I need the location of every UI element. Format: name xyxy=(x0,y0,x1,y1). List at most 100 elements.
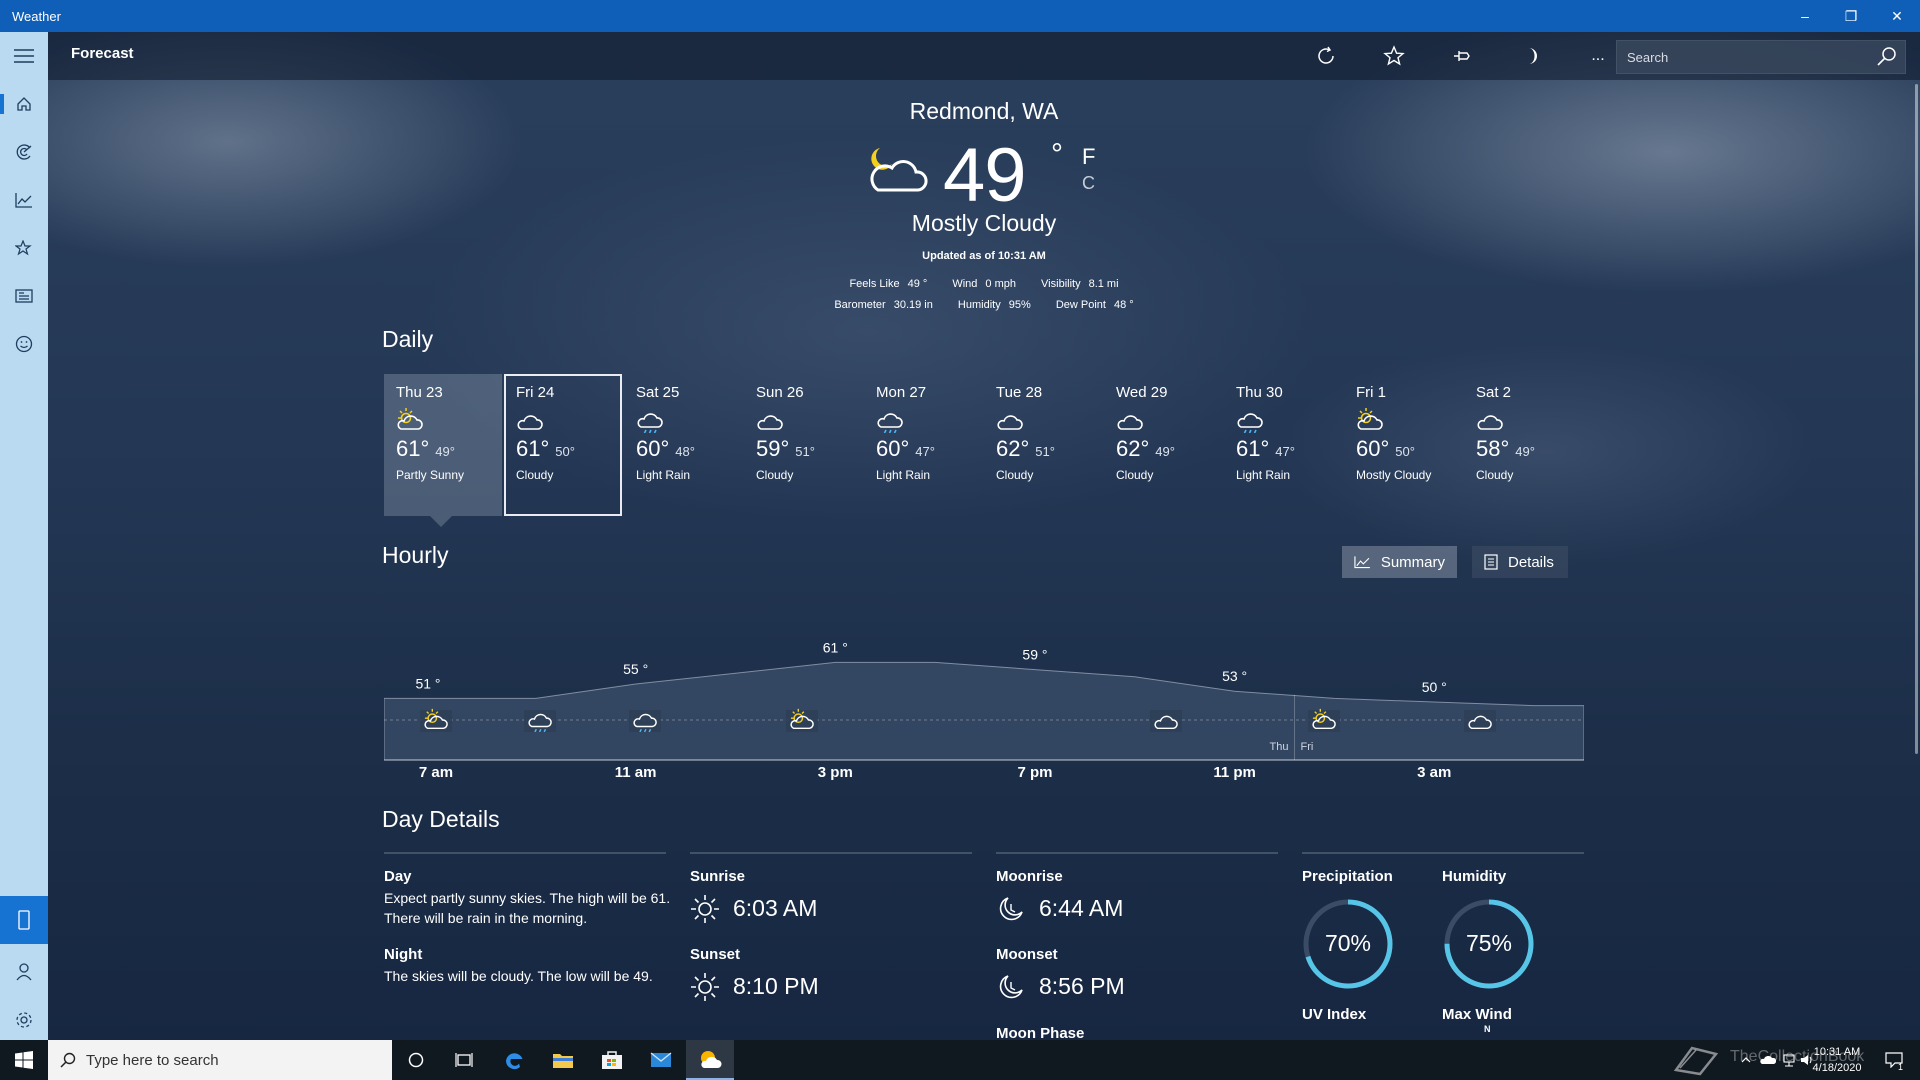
day-temps: 61° 50° xyxy=(516,436,620,462)
restore-button[interactable]: ❐ xyxy=(1828,0,1874,32)
file-explorer-button[interactable] xyxy=(539,1040,587,1080)
day-condition: Cloudy xyxy=(756,468,794,482)
stat-value: 8.1 mi xyxy=(1088,278,1119,290)
updated-time: Updated as of 10:31 AM xyxy=(922,250,1046,262)
nav-rail xyxy=(0,32,48,1040)
day-temps: 61° 47° xyxy=(1236,436,1342,462)
location-name: Redmond, WA xyxy=(909,98,1059,124)
title-bar: Weather – ❐ ✕ xyxy=(0,0,1920,32)
day-condition: Light Rain xyxy=(876,468,931,482)
nav-maps[interactable] xyxy=(0,132,48,172)
nav-historical-weather[interactable] xyxy=(0,180,48,220)
refresh-icon xyxy=(1318,46,1334,64)
night-label: Night xyxy=(384,946,423,963)
nav-settings[interactable] xyxy=(0,1000,48,1040)
stat-value: 95% xyxy=(1008,299,1031,311)
day-card[interactable]: Fri 24 61° 50° Cloudy xyxy=(504,374,622,516)
clock-time: 10:31 AM xyxy=(1813,1046,1861,1058)
network-tray-button[interactable] xyxy=(1778,1040,1800,1080)
nav-feedback[interactable] xyxy=(0,324,48,364)
unit-fahrenheit[interactable]: F xyxy=(1082,144,1095,170)
details-toggle-button[interactable]: Details xyxy=(1472,546,1568,578)
day-card[interactable]: Tue 28 62° 51° Cloudy xyxy=(984,374,1102,516)
dark-mode-button[interactable] xyxy=(1512,40,1548,72)
stat-value: 30.19 in xyxy=(893,299,933,311)
temp-data-label: 53 ° xyxy=(1222,668,1247,684)
radar-icon xyxy=(16,144,32,160)
pin-button[interactable] xyxy=(1444,40,1480,72)
edge-taskbar-button[interactable] xyxy=(490,1040,538,1080)
nav-forecast[interactable] xyxy=(0,84,48,124)
day-condition: Mostly Cloudy xyxy=(1356,468,1432,482)
minimize-button[interactable]: – xyxy=(1782,0,1828,32)
moonset-label: Moonset xyxy=(996,946,1058,963)
summary-toggle-button[interactable]: Summary xyxy=(1342,546,1457,578)
nav-get-app[interactable] xyxy=(0,896,48,944)
search-box[interactable] xyxy=(1616,40,1906,74)
add-favorite-button[interactable] xyxy=(1376,40,1412,72)
close-button[interactable]: ✕ xyxy=(1874,0,1920,32)
day-card[interactable]: Fri 1 60° 50° Mostly Cloudy xyxy=(1344,374,1462,516)
moonrise-label: Moonrise xyxy=(996,868,1063,885)
uv-index-label: UV Index xyxy=(1302,1006,1367,1023)
forecast-page: Forecast ... Redmond, WA 49 ° F C Mostly… xyxy=(48,32,1920,1040)
clock[interactable]: 10:31 AM 4/18/2020 xyxy=(1808,1044,1866,1076)
daily-heading: Daily xyxy=(382,326,434,352)
temp-data-label: 61 ° xyxy=(823,639,848,655)
taskbar-search-box[interactable] xyxy=(48,1040,392,1080)
action-center-button[interactable]: 1 xyxy=(1874,1040,1914,1080)
nav-account[interactable] xyxy=(0,952,48,992)
command-bar: Forecast ... xyxy=(48,32,1920,80)
high-temp: 61° xyxy=(1236,436,1270,461)
window-title: Weather xyxy=(12,8,61,24)
refresh-button[interactable] xyxy=(1308,40,1344,72)
day-card[interactable]: Sat 2 58° 49° Cloudy xyxy=(1464,374,1582,516)
mail-button[interactable] xyxy=(637,1040,685,1080)
day-card[interactable]: Sun 26 59° 51° Cloudy xyxy=(744,374,862,516)
cortana-button[interactable] xyxy=(392,1040,440,1080)
summary-label: Summary xyxy=(1380,553,1445,571)
scrollbar[interactable] xyxy=(1915,84,1918,754)
search-input[interactable] xyxy=(1617,41,1857,73)
moonset-time: 8:56 PM xyxy=(1039,973,1125,999)
sunset-label: Sunset xyxy=(690,946,741,963)
line-chart-icon xyxy=(1354,556,1370,569)
nav-favorites[interactable] xyxy=(0,228,48,268)
nav-news[interactable] xyxy=(0,276,48,316)
hour-tick-label: 11 am xyxy=(614,764,657,781)
day-card[interactable]: Mon 27 60° 47° Light Rain xyxy=(864,374,982,516)
stat-label: Barometer xyxy=(834,299,886,311)
taskbar-search-input[interactable] xyxy=(86,1051,366,1069)
task-view-button[interactable] xyxy=(440,1040,488,1080)
onedrive-tray-button[interactable] xyxy=(1756,1040,1780,1080)
low-temp: 51° xyxy=(795,444,815,459)
store-button[interactable] xyxy=(588,1040,636,1080)
day-condition: Cloudy xyxy=(996,468,1034,482)
favorites-list-icon xyxy=(15,240,32,256)
tray-expand-button[interactable] xyxy=(1736,1040,1756,1080)
weather-taskbar-button[interactable] xyxy=(686,1040,734,1080)
more-button[interactable]: ... xyxy=(1580,40,1616,72)
day-card[interactable]: Sat 25 60° 48° Light Rain xyxy=(624,374,742,516)
search-icon[interactable] xyxy=(1875,45,1899,69)
pin-icon xyxy=(1454,51,1470,61)
windows-logo-icon xyxy=(15,1051,33,1069)
high-temp: 61° xyxy=(516,436,550,461)
mostly-cloudy-icon xyxy=(1357,408,1383,430)
high-temp: 59° xyxy=(756,436,790,461)
day-card[interactable]: Thu 30 61° 47° Light Rain xyxy=(1224,374,1342,516)
temp-data-label: 50 ° xyxy=(1422,679,1447,695)
day-card[interactable]: Thu 23 61° 49° Partly Sunny xyxy=(384,374,502,516)
cloudy-icon xyxy=(1477,415,1503,430)
day-card[interactable]: Wed 29 62° 49° Cloudy xyxy=(1104,374,1222,516)
low-temp: 47° xyxy=(1275,444,1295,459)
start-button[interactable] xyxy=(0,1040,48,1080)
unit-celsius[interactable]: C xyxy=(1082,173,1095,194)
day-label: Day xyxy=(384,868,412,885)
hamburger-icon xyxy=(14,49,34,63)
hamburger-menu-button[interactable] xyxy=(0,36,48,76)
network-icon xyxy=(1783,1054,1795,1067)
smiley-icon xyxy=(15,335,33,353)
day-name: Tue 28 xyxy=(996,384,1043,401)
mail-envelope-icon xyxy=(650,1052,672,1067)
